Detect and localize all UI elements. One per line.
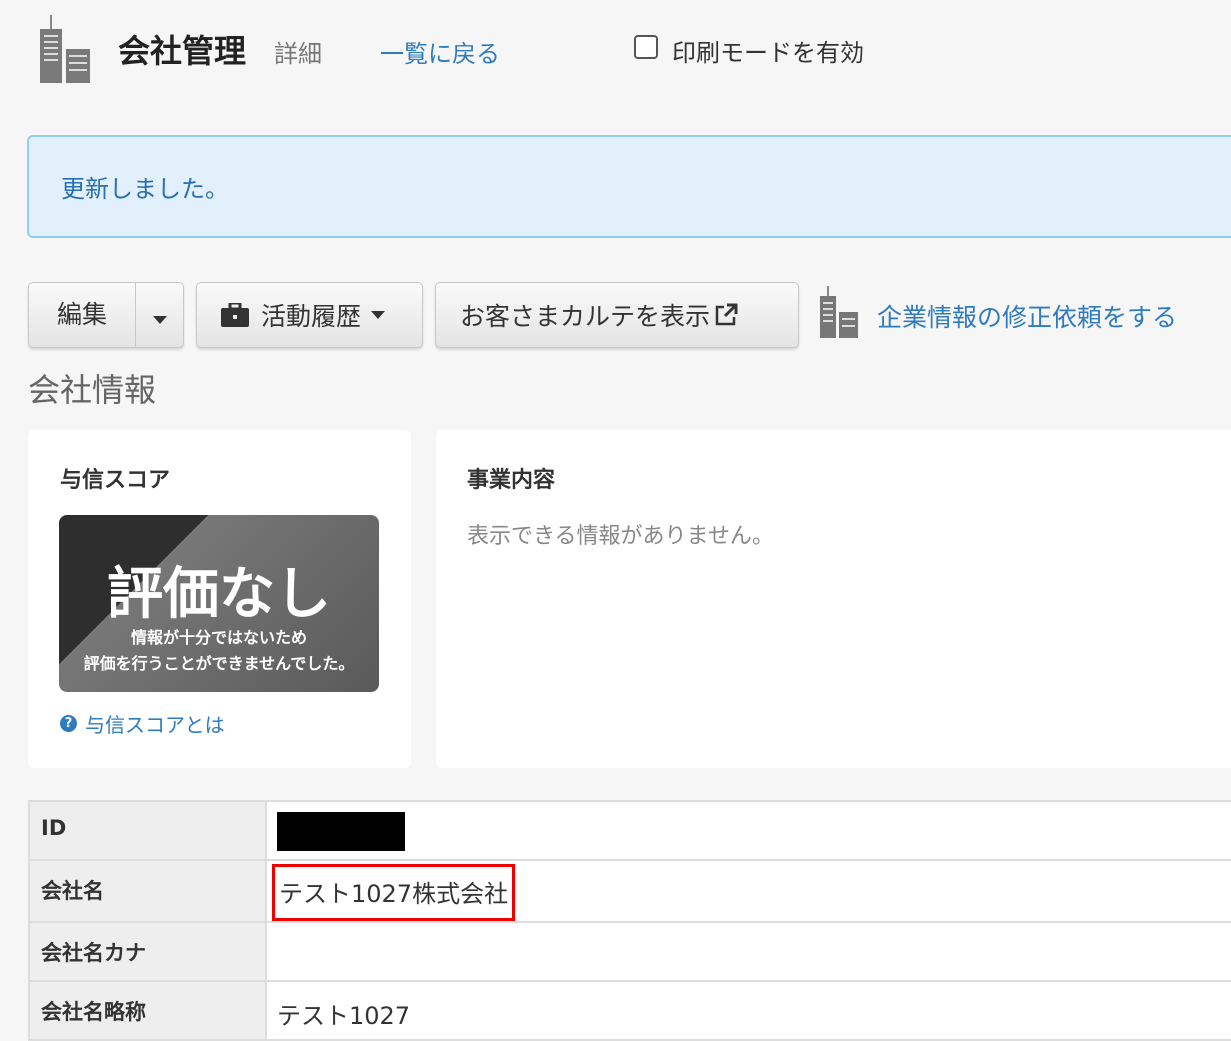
credit-score-badge: 評価なし 情報が十分ではないため評価を行うことができませんでした。	[59, 515, 379, 692]
business-empty-text: 表示できる情報がありません。	[467, 524, 774, 549]
row-label: 会社名	[28, 859, 267, 923]
credit-rating: 評価なし	[107, 562, 331, 627]
show-karte-button[interactable]: お客さまカルテを表示	[435, 282, 799, 348]
correction-request-link[interactable]: 企業情報の修正依頼をする	[877, 298, 1177, 334]
briefcase-icon	[221, 303, 249, 327]
table-row: ID	[28, 800, 1231, 861]
business-card	[436, 430, 1231, 768]
row-label: 会社名カナ	[28, 921, 267, 982]
activity-history-button[interactable]: 活動履歴	[196, 282, 423, 348]
caret-down-icon	[152, 315, 167, 324]
question-circle-icon: ?	[60, 715, 77, 732]
section-title: 会社情報	[28, 371, 157, 409]
success-alert: 更新しました。	[27, 135, 1231, 238]
credit-help[interactable]: ? 与信スコアとは	[60, 709, 225, 738]
row-value: テスト1027	[265, 980, 1231, 1041]
building-icon	[820, 286, 858, 338]
company-info-table: ID 会社名 テスト1027株式会社 会社名カナ 会社名略称 テスト1027	[28, 800, 1231, 1041]
alert-message: 更新しました。	[61, 175, 229, 203]
table-row: 会社名カナ	[28, 921, 1231, 982]
page-title: 会社管理	[118, 32, 247, 70]
edit-button[interactable]: 編集	[29, 283, 136, 347]
table-row: 会社名略称 テスト1027	[28, 980, 1231, 1041]
external-link-icon	[715, 303, 738, 326]
print-mode-checkbox[interactable]	[634, 35, 658, 59]
company-name-value: テスト1027株式会社	[272, 864, 516, 921]
row-value	[265, 921, 1231, 982]
page-subtitle: 詳細	[274, 40, 322, 68]
building-logo-icon	[40, 15, 90, 83]
redacted-id	[277, 812, 405, 851]
edit-button-group: 編集	[28, 282, 184, 348]
row-label: 会社名略称	[28, 980, 267, 1041]
show-karte-label: お客さまカルテを表示	[460, 302, 711, 331]
credit-note-line2: 評価を行うことができませんでした。	[83, 654, 355, 673]
credit-help-link[interactable]: 与信スコアとは	[85, 709, 225, 738]
credit-note-line1: 情報が十分ではないため	[130, 628, 307, 647]
caret-down-icon	[371, 311, 386, 319]
edit-dropdown-toggle[interactable]	[136, 301, 183, 330]
back-to-list-link[interactable]: 一覧に戻る	[380, 34, 500, 69]
activity-history-label: 活動履歴	[261, 302, 362, 331]
business-title: 事業内容	[467, 468, 556, 493]
row-label: ID	[28, 800, 267, 861]
print-mode-label[interactable]: 印刷モードを有効	[672, 33, 864, 68]
table-row: 会社名 テスト1027株式会社	[28, 859, 1231, 923]
credit-score-title: 与信スコア	[60, 468, 171, 493]
